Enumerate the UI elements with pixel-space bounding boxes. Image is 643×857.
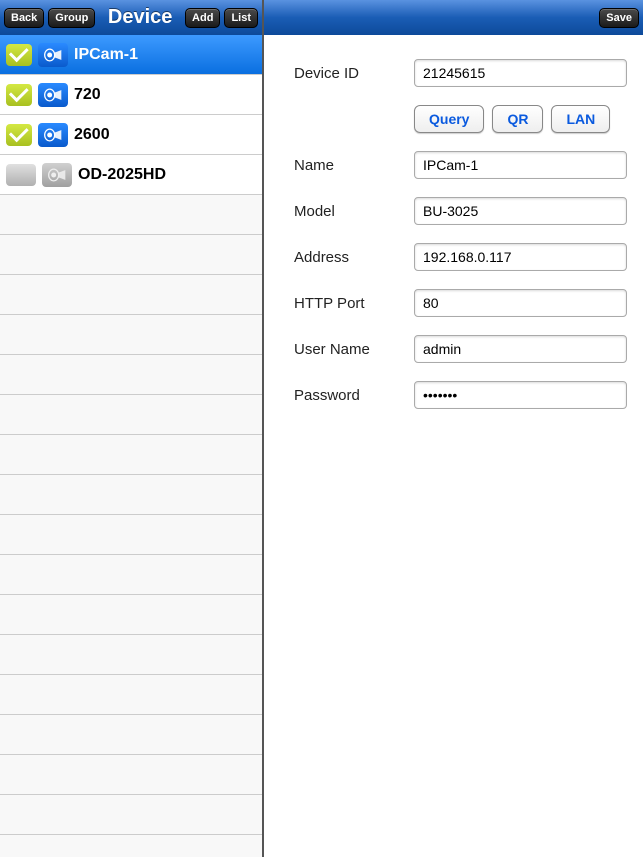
empty-row (0, 235, 262, 275)
add-button[interactable]: Add (185, 8, 220, 28)
empty-row (0, 715, 262, 755)
query-button[interactable]: Query (414, 105, 484, 133)
device-name: IPCam-1 (74, 46, 138, 64)
qr-button[interactable]: QR (492, 105, 543, 133)
camera-icon (38, 43, 68, 67)
device-row[interactable]: 720 (0, 75, 262, 115)
device-row[interactable]: 2600 (0, 115, 262, 155)
empty-row (0, 515, 262, 555)
empty-row (0, 435, 262, 475)
empty-row (0, 635, 262, 675)
page-title: Device (99, 6, 181, 29)
name-label: Name (294, 157, 414, 174)
device-id-input[interactable] (414, 59, 627, 87)
address-input[interactable] (414, 243, 627, 271)
device-name: 2600 (74, 126, 110, 144)
device-row[interactable]: IPCam-1 (0, 35, 262, 75)
user-name-input[interactable] (414, 335, 627, 363)
list-button[interactable]: List (224, 8, 258, 28)
empty-row (0, 315, 262, 355)
password-label: Password (294, 387, 414, 404)
group-button[interactable]: Group (48, 8, 95, 28)
detail-panel: Save Device ID Query QR LAN Name Model A… (264, 0, 643, 857)
empty-row (0, 355, 262, 395)
check-icon[interactable] (6, 84, 32, 106)
empty-row (0, 595, 262, 635)
empty-row (0, 675, 262, 715)
model-label: Model (294, 203, 414, 220)
right-header: Save (264, 0, 643, 35)
model-input[interactable] (414, 197, 627, 225)
device-list-panel: Back Group Device Add List IPCam-1 720 2… (0, 0, 264, 857)
device-name: 720 (74, 86, 101, 104)
empty-row (0, 475, 262, 515)
name-input[interactable] (414, 151, 627, 179)
check-icon[interactable] (6, 164, 36, 186)
device-name: OD-2025HD (78, 166, 166, 184)
empty-row (0, 835, 262, 857)
camera-icon (38, 83, 68, 107)
camera-icon (42, 163, 72, 187)
empty-row (0, 755, 262, 795)
left-header: Back Group Device Add List (0, 0, 262, 35)
back-button[interactable]: Back (4, 8, 44, 28)
http-port-input[interactable] (414, 289, 627, 317)
device-row[interactable]: OD-2025HD (0, 155, 262, 195)
check-icon[interactable] (6, 44, 32, 66)
http-port-label: HTTP Port (294, 295, 414, 312)
password-input[interactable] (414, 381, 627, 409)
empty-row (0, 395, 262, 435)
check-icon[interactable] (6, 124, 32, 146)
camera-icon (38, 123, 68, 147)
empty-row (0, 195, 262, 235)
lan-button[interactable]: LAN (551, 105, 610, 133)
device-id-label: Device ID (294, 65, 414, 82)
address-label: Address (294, 249, 414, 266)
device-list[interactable]: IPCam-1 720 2600 OD-2025HD (0, 35, 262, 857)
empty-row (0, 275, 262, 315)
empty-row (0, 795, 262, 835)
user-name-label: User Name (294, 341, 414, 358)
device-form: Device ID Query QR LAN Name Model Addres… (264, 35, 643, 857)
save-button[interactable]: Save (599, 8, 639, 28)
empty-row (0, 555, 262, 595)
